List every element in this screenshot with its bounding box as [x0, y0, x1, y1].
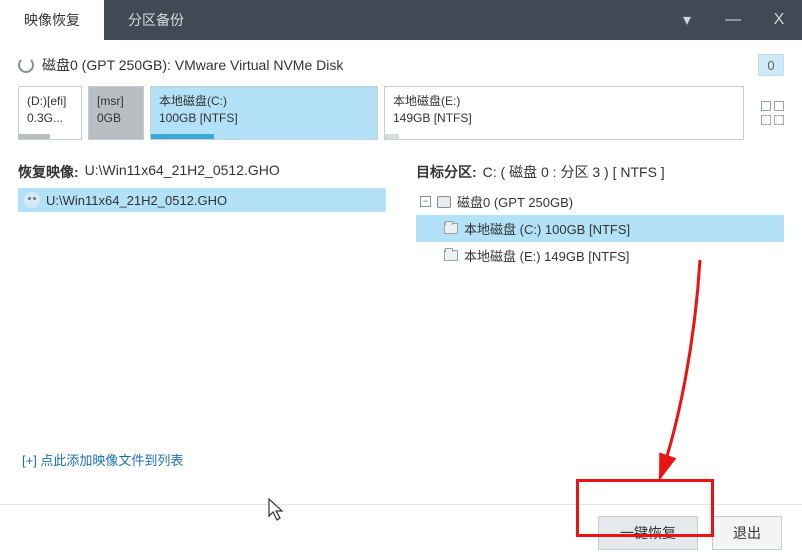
add-image-link[interactable]: [+] 点此添加映像文件到列表	[22, 450, 183, 469]
disk-icon	[437, 196, 451, 208]
tree-item-label: 本地磁盘 (E:) 149GB [NTFS]	[464, 246, 629, 265]
partition-name: 本地磁盘(E:)	[393, 93, 735, 110]
tree-partition-c[interactable]: 本地磁盘 (C:) 100GB [NTFS]	[416, 215, 784, 242]
disk-header: 磁盘0 (GPT 250GB): VMware Virtual NVMe Dis…	[0, 40, 802, 86]
minimize-icon[interactable]: —	[710, 0, 756, 40]
collapse-icon[interactable]: −	[420, 196, 431, 207]
folder-icon	[444, 223, 458, 234]
one-click-restore-button[interactable]: 一键恢复	[598, 516, 698, 550]
image-file-name: U:\Win11x64_21H2_0512.GHO	[46, 193, 227, 208]
tree-item-label: 本地磁盘 (C:) 100GB [NTFS]	[464, 219, 630, 238]
ghost-file-icon	[24, 192, 40, 208]
partition-efi[interactable]: (D:)[efi] 0.3G...	[18, 86, 82, 140]
tree-partition-e[interactable]: 本地磁盘 (E:) 149GB [NTFS]	[416, 242, 784, 269]
partition-name: 本地磁盘(C:)	[159, 93, 369, 110]
tab-image-restore[interactable]: 映像恢复	[0, 0, 104, 40]
restore-image-label: 恢复映像:	[18, 162, 79, 182]
disk-label: 磁盘0 (GPT 250GB): VMware Virtual NVMe Dis…	[42, 55, 758, 75]
view-toggle-icon[interactable]	[761, 86, 784, 140]
exit-button[interactable]: 退出	[712, 516, 782, 550]
partition-msr[interactable]: [msr] 0GB	[88, 86, 144, 140]
refresh-icon[interactable]	[18, 57, 34, 73]
target-partition-label: 目标分区:	[416, 162, 477, 182]
partition-tree: − 磁盘0 (GPT 250GB) 本地磁盘 (C:) 100GB [NTFS]…	[416, 188, 784, 269]
tree-disk-label: 磁盘0 (GPT 250GB)	[457, 192, 573, 211]
partition-name: [msr]	[97, 93, 135, 110]
folder-icon	[444, 250, 458, 261]
partition-c[interactable]: 本地磁盘(C:) 100GB [NTFS]	[150, 86, 378, 140]
restore-image-value: U:\Win11x64_21H2_0512.GHO	[85, 162, 280, 182]
partition-bar: (D:)[efi] 0.3G... [msr] 0GB 本地磁盘(C:) 100…	[0, 86, 802, 154]
target-partition-value: C: ( 磁盘 0 : 分区 3 ) [ NTFS ]	[483, 162, 665, 182]
dropdown-icon[interactable]: ▾	[664, 0, 710, 40]
partition-name: (D:)[efi]	[27, 93, 73, 110]
partition-size: 100GB [NTFS]	[159, 110, 369, 127]
partition-e[interactable]: 本地磁盘(E:) 149GB [NTFS]	[384, 86, 744, 140]
restore-image-panel: 恢复映像: U:\Win11x64_21H2_0512.GHO U:\Win11…	[18, 162, 386, 269]
partition-size: 0GB	[97, 110, 135, 127]
partition-size: 0.3G...	[27, 110, 73, 127]
close-icon[interactable]: X	[756, 0, 802, 40]
tree-disk-row[interactable]: − 磁盘0 (GPT 250GB)	[416, 188, 784, 215]
titlebar: 映像恢复 分区备份 ▾ — X	[0, 0, 802, 40]
footer: 一键恢复 退出	[0, 504, 802, 560]
partition-size: 149GB [NTFS]	[393, 110, 735, 127]
tab-partition-backup[interactable]: 分区备份	[104, 0, 208, 40]
disk-index-badge: 0	[758, 54, 784, 76]
target-partition-panel: 目标分区: C: ( 磁盘 0 : 分区 3 ) [ NTFS ] − 磁盘0 …	[416, 162, 784, 269]
image-file-row[interactable]: U:\Win11x64_21H2_0512.GHO	[18, 188, 386, 212]
